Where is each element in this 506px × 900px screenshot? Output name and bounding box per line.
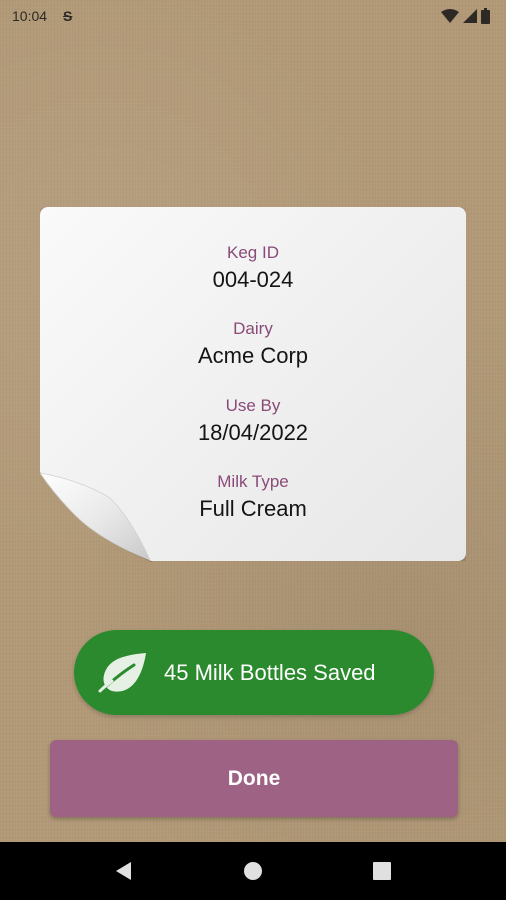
use-by-value: 18/04/2022 bbox=[197, 420, 309, 445]
leaf-icon bbox=[96, 652, 146, 694]
status-time: 10:04 bbox=[12, 8, 48, 24]
cellular-icon bbox=[463, 9, 477, 23]
field-milk-type: Milk Type Full Cream bbox=[40, 472, 466, 522]
done-button[interactable]: Done bbox=[50, 740, 458, 817]
recents-icon bbox=[372, 862, 391, 880]
dairy-label: Dairy bbox=[233, 319, 273, 338]
field-keg-id: Keg ID 004-024 bbox=[40, 243, 466, 293]
milk-type-label: Milk Type bbox=[217, 472, 289, 491]
bottles-saved-badge: 45 Milk Bottles Saved bbox=[74, 630, 434, 715]
bottles-saved-text: 45 Milk Bottles Saved bbox=[164, 659, 376, 685]
home-button[interactable] bbox=[233, 851, 273, 891]
back-icon bbox=[116, 862, 132, 880]
battery-icon bbox=[481, 8, 490, 24]
status-bar: 10:04 S bbox=[0, 0, 506, 32]
milk-type-value: Full Cream bbox=[199, 496, 307, 521]
recents-button[interactable] bbox=[362, 851, 402, 891]
status-right bbox=[441, 8, 490, 24]
notification-icon: S bbox=[63, 8, 73, 24]
wifi-icon bbox=[441, 9, 459, 23]
keg-id-label: Keg ID bbox=[227, 243, 279, 262]
home-icon bbox=[243, 862, 262, 880]
back-button[interactable] bbox=[104, 851, 144, 891]
status-left: 10:04 S bbox=[12, 8, 72, 24]
field-use-by: Use By 18/04/2022 bbox=[40, 396, 466, 446]
field-dairy: Dairy Acme Corp bbox=[40, 319, 466, 369]
use-by-label: Use By bbox=[225, 396, 281, 415]
dairy-value: Acme Corp bbox=[197, 343, 309, 368]
keg-id-value: 004-024 bbox=[212, 267, 294, 292]
nav-bar bbox=[0, 842, 506, 900]
